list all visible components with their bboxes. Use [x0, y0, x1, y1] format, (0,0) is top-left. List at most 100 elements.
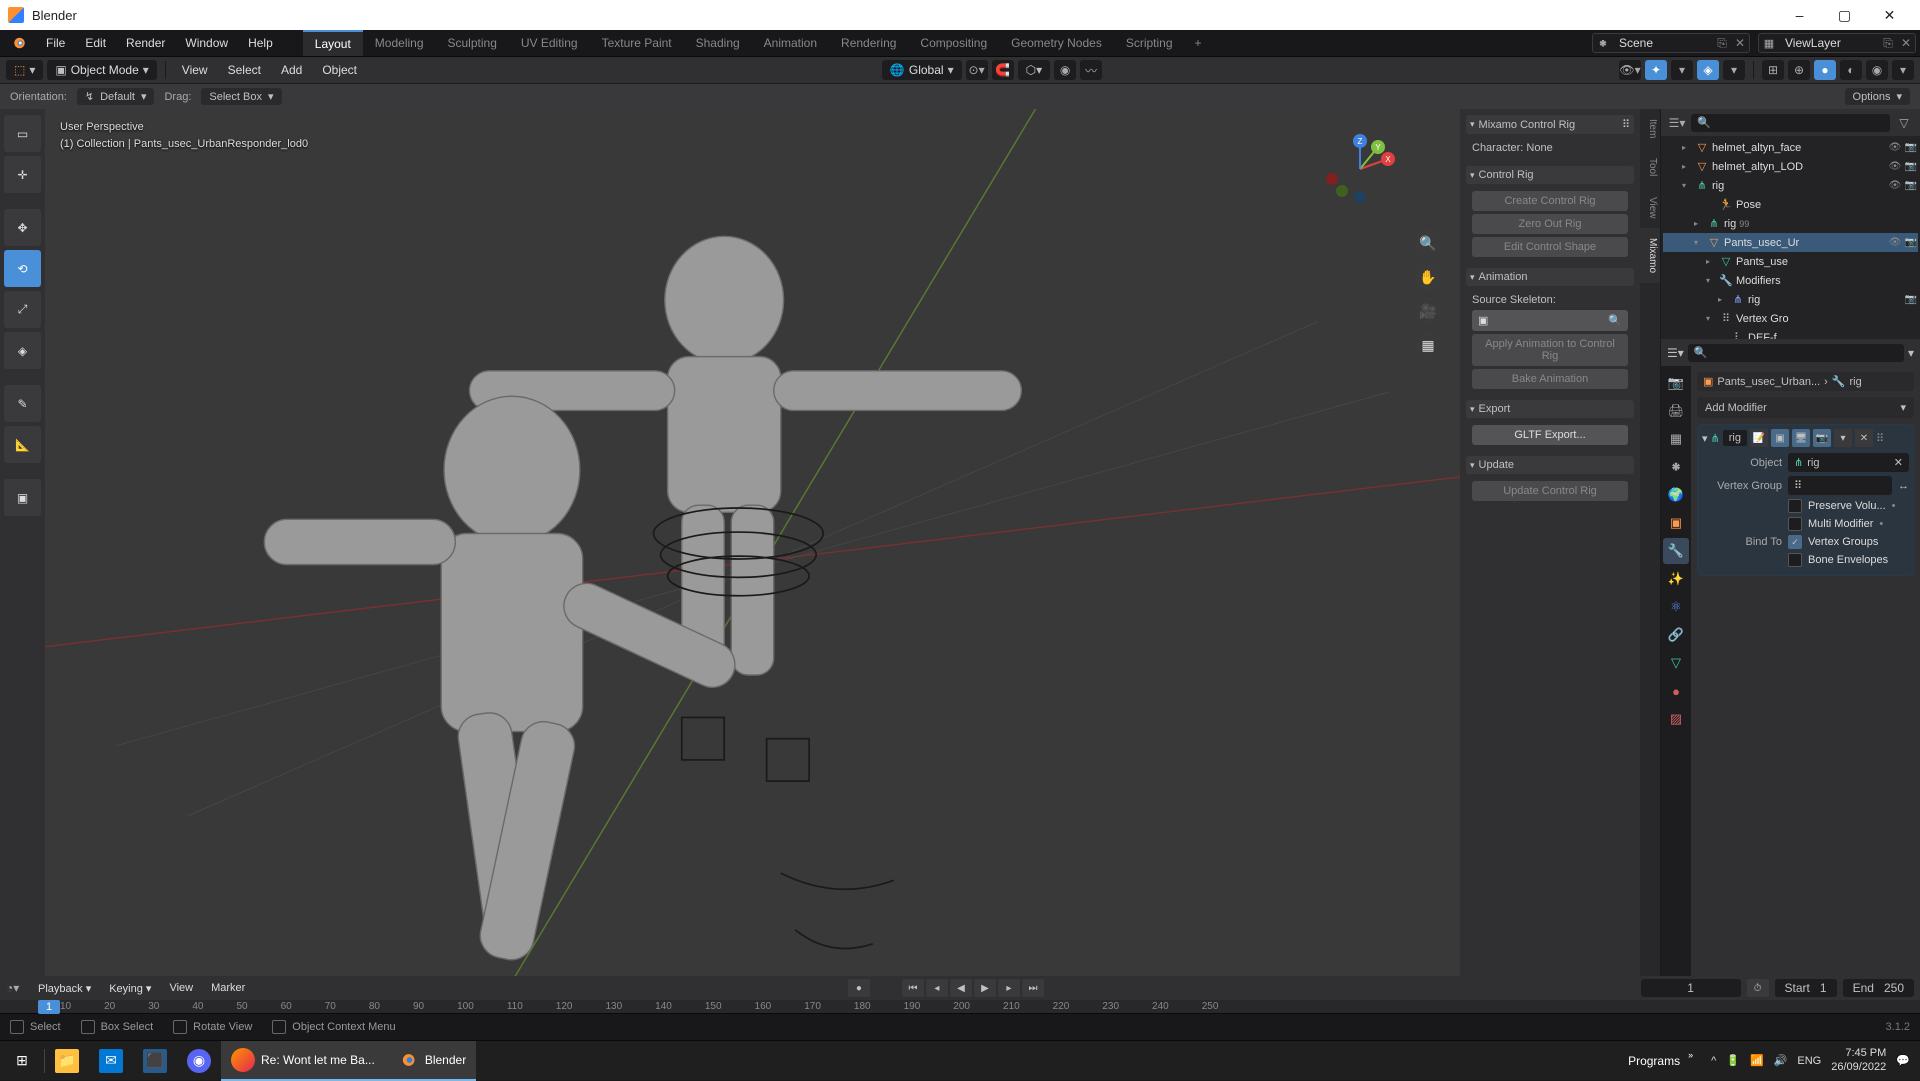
pan-icon[interactable]: ✋: [1414, 263, 1442, 291]
render-toggle[interactable]: 📷: [1904, 161, 1918, 172]
transform-tool[interactable]: ◈: [4, 332, 41, 369]
modifier-tab[interactable]: 🔧: [1663, 538, 1689, 564]
outliner-row[interactable]: ▾🔧Modifiers: [1663, 271, 1918, 290]
workspace-tab-shading[interactable]: Shading: [684, 30, 752, 56]
constraint-tab[interactable]: 🔗: [1663, 622, 1689, 648]
shading-solid[interactable]: ●: [1814, 60, 1836, 80]
gltf-export-button[interactable]: GLTF Export...: [1472, 425, 1628, 445]
update-rig-button[interactable]: Update Control Rig: [1472, 481, 1628, 501]
visibility-toggle[interactable]: 👁: [1888, 180, 1902, 191]
camera-icon[interactable]: 🎥: [1414, 297, 1442, 325]
mod-realtime-toggle[interactable]: 🖥: [1792, 429, 1810, 447]
npanel-tab-view[interactable]: View: [1640, 187, 1660, 229]
outliner-row[interactable]: 🏃Pose: [1663, 195, 1918, 214]
volume-icon[interactable]: 🔊: [1774, 1054, 1788, 1067]
preserve-volume-checkbox[interactable]: [1788, 499, 1802, 513]
gizmo-toggle[interactable]: ✦: [1645, 60, 1667, 80]
language-indicator[interactable]: ENG: [1797, 1055, 1821, 1067]
mode-selector[interactable]: ▣ Object Mode ▾: [47, 60, 156, 80]
3d-viewport[interactable]: User Perspective (1) Collection | Pants_…: [45, 109, 1460, 976]
gizmo-options[interactable]: ▾: [1671, 60, 1693, 80]
annotate-tool[interactable]: ✎: [4, 385, 41, 422]
zero-rig-button[interactable]: Zero Out Rig: [1472, 214, 1628, 234]
clock[interactable]: 7:45 PM 26/09/2022: [1831, 1047, 1886, 1073]
rotate-tool[interactable]: ⟲: [4, 250, 41, 287]
proportional-toggle[interactable]: ◉: [1054, 60, 1076, 80]
shading-options[interactable]: ▾: [1892, 60, 1914, 80]
edit-shape-button[interactable]: Edit Control Shape: [1472, 237, 1628, 257]
network-icon[interactable]: 📶: [1750, 1054, 1764, 1067]
render-toggle[interactable]: 📷: [1904, 237, 1918, 248]
outliner-row[interactable]: ▸▽Pants_use: [1663, 252, 1918, 271]
snap-options[interactable]: ⬡▾: [1018, 60, 1051, 80]
viewlayer-delete-button[interactable]: ✕: [1897, 36, 1915, 50]
options-dropdown[interactable]: Options▾: [1845, 88, 1910, 105]
select-tool[interactable]: ▭: [4, 115, 41, 152]
window-menu[interactable]: Window: [175, 30, 238, 56]
texture-tab[interactable]: ▨: [1663, 706, 1689, 732]
autokey-toggle[interactable]: ●: [848, 979, 870, 997]
multi-modifier-checkbox[interactable]: [1788, 517, 1802, 531]
world-tab[interactable]: 🌍: [1663, 482, 1689, 508]
shading-rendered[interactable]: ◉: [1866, 60, 1888, 80]
render-toggle[interactable]: 📷: [1904, 294, 1918, 305]
add-menu[interactable]: Add: [273, 63, 310, 77]
tray-chevron[interactable]: ^: [1711, 1055, 1716, 1067]
shading-material[interactable]: ◐: [1840, 60, 1862, 80]
viewlayer-tab[interactable]: ▦: [1663, 426, 1689, 452]
app-taskbar[interactable]: ⬛: [133, 1041, 177, 1081]
marker-menu[interactable]: Marker: [205, 982, 251, 994]
select-menu[interactable]: Select: [220, 63, 269, 77]
view-menu[interactable]: View: [174, 63, 216, 77]
outliner-row[interactable]: ▸▽helmet_altyn_face👁📷: [1663, 138, 1918, 157]
object-tab[interactable]: ▣: [1663, 510, 1689, 536]
add-workspace-button[interactable]: +: [1185, 36, 1212, 50]
help-menu[interactable]: Help: [238, 30, 283, 56]
visibility-toggle[interactable]: 👁: [1888, 161, 1902, 172]
close-button[interactable]: ✕: [1867, 0, 1912, 30]
scene-delete-button[interactable]: ✕: [1731, 36, 1749, 50]
workspace-tab-uv-editing[interactable]: UV Editing: [509, 30, 590, 56]
xray-toggle[interactable]: ⊞: [1762, 60, 1784, 80]
props-type-selector[interactable]: ☰▾: [1667, 346, 1684, 360]
maximize-button[interactable]: ▢: [1822, 0, 1867, 30]
apply-anim-button[interactable]: Apply Animation to Control Rig: [1472, 334, 1628, 366]
controlrig-header[interactable]: ▾Control Rig: [1466, 166, 1634, 184]
play-button[interactable]: ▶: [974, 979, 996, 997]
render-menu[interactable]: Render: [116, 30, 175, 56]
mod-delete-button[interactable]: ✕: [1855, 429, 1873, 447]
render-toggle[interactable]: 📷: [1904, 142, 1918, 153]
timeline-track[interactable]: 1 10203040506070809010011012013014015016…: [0, 1000, 1920, 1013]
render-toggle[interactable]: 📷: [1904, 180, 1918, 191]
overlays-toggle[interactable]: ◈: [1697, 60, 1719, 80]
playhead-badge[interactable]: 1: [38, 1000, 60, 1014]
playback-menu[interactable]: Playback ▾: [32, 982, 97, 995]
keyframe-prev-button[interactable]: ◂: [926, 979, 948, 997]
scene-tab[interactable]: 🞹: [1663, 454, 1689, 480]
blender-icon[interactable]: [6, 31, 30, 55]
mod-display-toggle[interactable]: ▣: [1771, 429, 1789, 447]
bake-anim-button[interactable]: Bake Animation: [1472, 369, 1628, 389]
create-rig-button[interactable]: Create Control Rig: [1472, 191, 1628, 211]
workspace-tab-sculpting[interactable]: Sculpting: [436, 30, 509, 56]
orientation-dropdown[interactable]: ↯Default▾: [77, 88, 155, 105]
outliner-filter-button[interactable]: ▽: [1894, 113, 1914, 133]
axis-gizmo[interactable]: X Y Z: [1320, 129, 1400, 209]
export-header[interactable]: ▾Export: [1466, 400, 1634, 418]
cursor-tool[interactable]: ✛: [4, 156, 41, 193]
file-menu[interactable]: File: [36, 30, 75, 56]
blender-taskbar[interactable]: Blender: [385, 1041, 476, 1081]
orientation-selector[interactable]: 🌐 Global ▾: [882, 60, 962, 80]
update-header[interactable]: ▾Update: [1466, 456, 1634, 474]
minimize-button[interactable]: –: [1777, 0, 1822, 30]
battery-icon[interactable]: 🔋: [1726, 1054, 1740, 1067]
workspace-tab-scripting[interactable]: Scripting: [1114, 30, 1185, 56]
jump-start-button[interactable]: ⏮: [902, 979, 924, 997]
notifications-icon[interactable]: 💬: [1896, 1054, 1910, 1067]
visibility-toggle[interactable]: 👁: [1888, 237, 1902, 248]
current-frame-field[interactable]: 1: [1641, 979, 1741, 997]
mod-extra-toggle[interactable]: ▾: [1834, 429, 1852, 447]
workspace-tab-compositing[interactable]: Compositing: [908, 30, 999, 56]
outliner-row[interactable]: ▾⋔rig👁📷: [1663, 176, 1918, 195]
output-tab[interactable]: 🖨: [1663, 398, 1689, 424]
